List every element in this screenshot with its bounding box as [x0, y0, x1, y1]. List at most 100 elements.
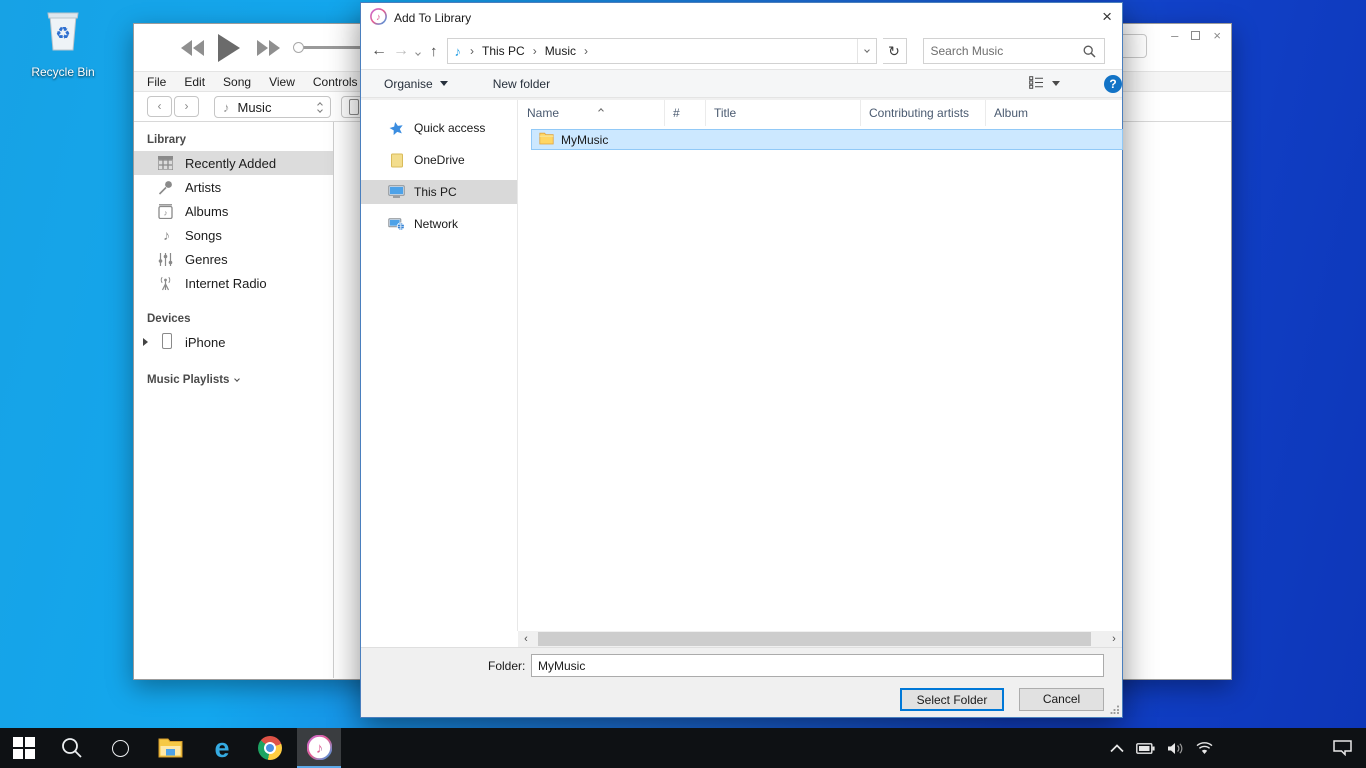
- cancel-button[interactable]: Cancel: [1019, 688, 1104, 711]
- breadcrumb-separator: ›: [529, 44, 541, 58]
- nav-item-network[interactable]: Network: [361, 212, 517, 236]
- column-title[interactable]: Title: [706, 100, 861, 126]
- breadcrumb-this-pc[interactable]: This PC: [478, 44, 529, 58]
- column-contributing-artists[interactable]: Contributing artists: [861, 100, 986, 126]
- media-kind-label: Music: [238, 100, 272, 115]
- scroll-left-arrow-icon[interactable]: ‹: [518, 631, 534, 647]
- iphone-icon: [349, 99, 359, 115]
- start-button[interactable]: [4, 728, 44, 768]
- expand-triangle-icon[interactable]: [143, 338, 148, 346]
- volume-icon[interactable]: [1167, 742, 1184, 755]
- sidebar-item-internet-radio[interactable]: Internet Radio: [134, 271, 333, 295]
- sort-ascending-chevron-icon: [599, 102, 603, 116]
- nav-up-arrow-icon[interactable]: ↑: [430, 43, 438, 60]
- menu-song[interactable]: Song: [223, 75, 251, 89]
- maximize-button[interactable]: [1191, 31, 1200, 40]
- recent-locations-chevron-icon[interactable]: [415, 50, 421, 56]
- menu-edit[interactable]: Edit: [184, 75, 205, 89]
- nav-item-this-pc[interactable]: This PC: [361, 180, 517, 204]
- sidebar-item-recently-added[interactable]: Recently Added: [134, 151, 333, 175]
- microphone-icon: [158, 180, 175, 195]
- sidebar-item-artists[interactable]: Artists: [134, 175, 333, 199]
- wifi-icon[interactable]: [1196, 742, 1213, 755]
- minimize-button[interactable]: –: [1171, 28, 1178, 43]
- dialog-close-button[interactable]: ×: [1102, 7, 1112, 27]
- this-pc-monitor-icon: [388, 185, 405, 199]
- recycle-bin-shortcut[interactable]: ♻ Recycle Bin: [28, 6, 98, 79]
- horizontal-scrollbar[interactable]: ‹ ›: [518, 631, 1122, 647]
- new-folder-button[interactable]: New folder: [493, 77, 550, 91]
- taskbar-search-button[interactable]: [52, 728, 92, 768]
- file-explorer-icon: [158, 738, 183, 758]
- nav-forward-arrow-icon[interactable]: →: [393, 42, 409, 60]
- recycle-bin-label: Recycle Bin: [28, 65, 98, 79]
- sidebar-item-albums[interactable]: ♪ Albums: [134, 199, 333, 223]
- nav-back-arrow-icon[interactable]: ←: [371, 42, 387, 60]
- add-to-library-dialog: ♪ Add To Library × ← → ↑ ♪ › This PC › M…: [360, 2, 1123, 718]
- menu-controls[interactable]: Controls: [313, 75, 358, 89]
- album-icon: ♪: [158, 204, 175, 219]
- menu-view[interactable]: View: [269, 75, 295, 89]
- folder-label: Folder:: [488, 659, 525, 673]
- organise-menu-button[interactable]: Organise: [384, 77, 448, 91]
- media-kind-picker[interactable]: ♪ Music: [214, 96, 331, 118]
- cortana-button[interactable]: [100, 728, 140, 768]
- svg-text:♪: ♪: [164, 208, 168, 217]
- folder-name-input[interactable]: [531, 654, 1104, 677]
- scroll-right-arrow-icon[interactable]: ›: [1106, 631, 1122, 647]
- scrollbar-track[interactable]: [534, 631, 1106, 647]
- sidebar-item-songs[interactable]: ♪ Songs: [134, 223, 333, 247]
- refresh-icon[interactable]: ↻: [883, 38, 907, 64]
- search-field[interactable]: [923, 38, 1105, 64]
- column-album[interactable]: Album: [986, 100, 1111, 126]
- music-note-icon: ♪: [448, 44, 467, 59]
- close-button[interactable]: ×: [1213, 28, 1221, 43]
- itunes-icon: ♪: [307, 735, 332, 760]
- itunes-icon: ♪: [370, 8, 387, 28]
- nav-item-onedrive[interactable]: OneDrive: [361, 148, 517, 172]
- breadcrumb[interactable]: ♪ › This PC › Music ›: [447, 38, 877, 64]
- scrollbar-thumb[interactable]: [538, 632, 1091, 646]
- onedrive-folder-icon: [388, 153, 405, 168]
- music-note-icon: ♪: [223, 100, 230, 115]
- nav-item-quick-access[interactable]: Quick access: [361, 116, 517, 140]
- back-button[interactable]: ‹: [147, 96, 172, 117]
- view-details-icon[interactable]: [1029, 76, 1044, 92]
- cortana-circle-icon: [112, 740, 129, 757]
- sidebar-item-genres[interactable]: Genres: [134, 247, 333, 271]
- resize-grip[interactable]: [1110, 705, 1119, 714]
- tray-expand-chevron-icon[interactable]: [1110, 744, 1124, 753]
- chrome-button[interactable]: [250, 728, 290, 768]
- music-playlists-header[interactable]: Music Playlists: [134, 368, 333, 391]
- address-dropdown-chevron-icon[interactable]: [857, 39, 876, 63]
- sidebar-item-iphone[interactable]: iPhone: [134, 330, 333, 354]
- previous-track-button[interactable]: [180, 40, 206, 61]
- search-input[interactable]: [931, 40, 1081, 62]
- file-explorer-button[interactable]: [150, 728, 190, 768]
- volume-slider-knob[interactable]: [293, 42, 304, 53]
- breadcrumb-music[interactable]: Music: [541, 44, 580, 58]
- next-track-button[interactable]: [255, 40, 281, 61]
- column-number[interactable]: #: [665, 100, 706, 126]
- itunes-taskbar-button[interactable]: ♪: [297, 728, 341, 768]
- file-name: MyMusic: [561, 133, 608, 147]
- magnifier-icon[interactable]: [1083, 45, 1096, 63]
- battery-icon[interactable]: [1136, 743, 1155, 754]
- help-icon[interactable]: ?: [1104, 75, 1122, 93]
- action-center-icon[interactable]: [1333, 740, 1352, 756]
- views-caret-icon[interactable]: [1052, 81, 1060, 86]
- windows-logo-icon: [13, 737, 35, 759]
- file-row-mymusic[interactable]: MyMusic: [531, 129, 1123, 150]
- svg-text:♪: ♪: [376, 12, 381, 23]
- forward-button[interactable]: ›: [174, 96, 199, 117]
- svg-text:♪: ♪: [315, 741, 322, 757]
- file-list: Name # Title Contributing artists Album …: [519, 100, 1122, 631]
- chrome-icon: [258, 736, 282, 760]
- menu-file[interactable]: File: [147, 75, 166, 89]
- search-icon: [61, 737, 83, 759]
- column-name[interactable]: Name: [519, 100, 665, 126]
- play-button[interactable]: [216, 34, 240, 67]
- select-folder-button[interactable]: Select Folder: [900, 688, 1004, 711]
- dialog-title: Add To Library: [394, 11, 471, 25]
- edge-button[interactable]: e: [202, 728, 242, 768]
